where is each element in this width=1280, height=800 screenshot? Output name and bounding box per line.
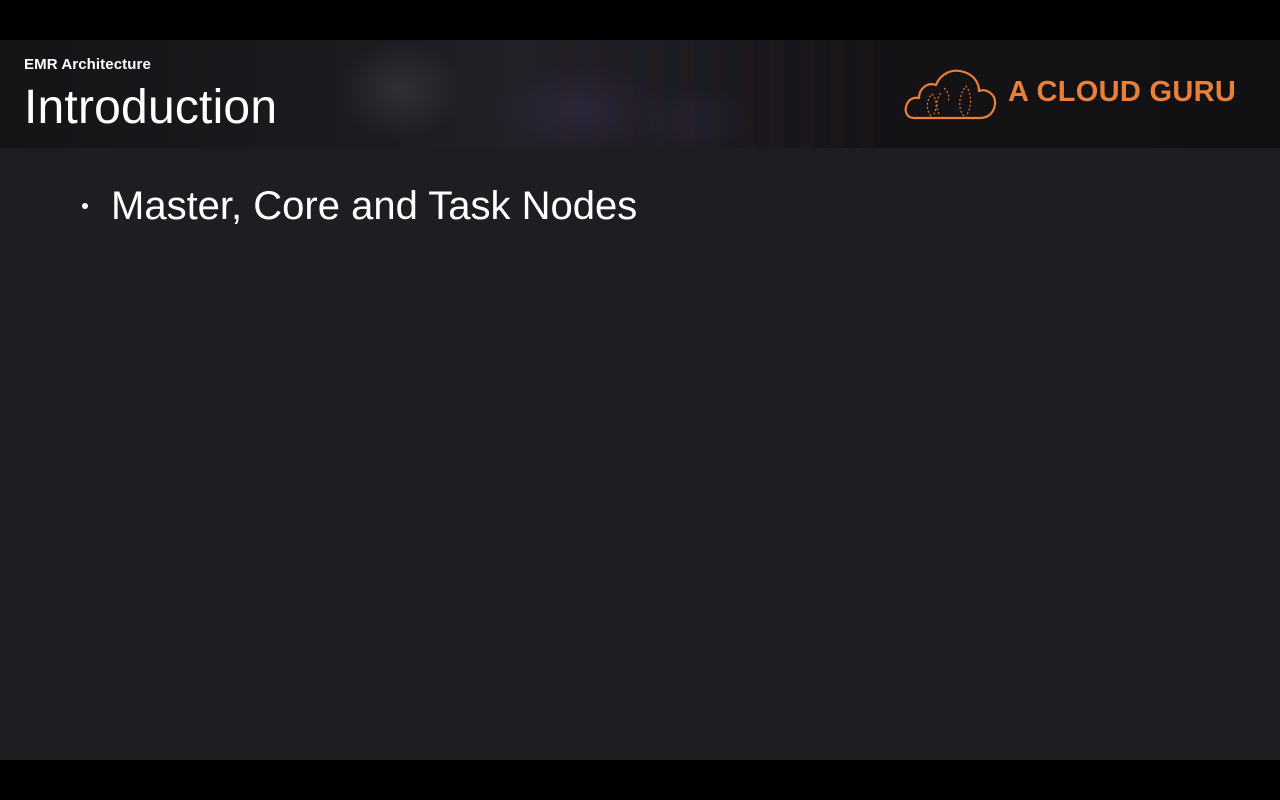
slide: EMR Architecture Introduction A CLOUD GU…	[0, 40, 1280, 760]
letterbox-top	[0, 0, 1280, 40]
cloud-icon	[904, 69, 997, 120]
bullet-icon	[82, 203, 88, 209]
bullet-text: Master, Core and Task Nodes	[111, 184, 638, 228]
breadcrumb: EMR Architecture	[24, 56, 151, 73]
list-item: Master, Core and Task Nodes	[78, 180, 637, 232]
brand-logo: A CLOUD GURU	[904, 66, 1244, 122]
background-texture	[560, 40, 890, 148]
letterbox-bottom	[0, 760, 1280, 800]
video-frame: EMR Architecture Introduction A CLOUD GU…	[0, 0, 1280, 800]
page-title: Introduction	[24, 81, 278, 134]
bullet-list: Master, Core and Task Nodes	[78, 180, 637, 232]
slide-header: EMR Architecture Introduction A CLOUD GU…	[0, 40, 1280, 148]
brand-name: A CLOUD GURU	[1008, 76, 1237, 108]
slide-content: Master, Core and Task Nodes	[0, 148, 1280, 760]
